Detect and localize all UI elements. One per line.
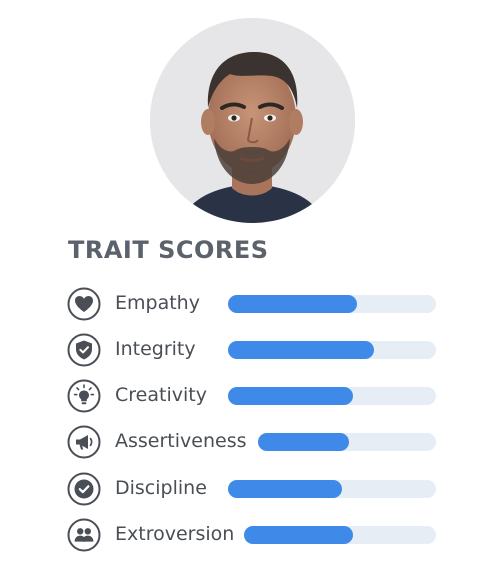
person-portrait-icon — [150, 18, 355, 223]
trait-label: Integrity — [115, 338, 196, 360]
trait-row-integrity: Integrity — [67, 333, 437, 367]
trait-row-discipline: Discipline — [67, 472, 437, 506]
trait-score-bar — [228, 295, 436, 313]
check-circle-icon — [67, 472, 101, 506]
trait-row-creativity: Creativity — [67, 379, 437, 413]
section-title: TRAIT SCORES — [68, 236, 269, 264]
trait-score-fill — [258, 433, 349, 451]
heart-icon — [67, 287, 101, 321]
trait-score-bar — [228, 480, 436, 498]
trait-score-fill — [228, 295, 357, 313]
trait-row-extroversion: Extroversion — [67, 518, 437, 552]
trait-score-fill — [228, 387, 353, 405]
shield-check-icon — [67, 333, 101, 367]
avatar — [150, 18, 355, 223]
trait-label: Empathy — [115, 292, 200, 314]
trait-label: Creativity — [115, 384, 207, 406]
trait-score-fill — [244, 526, 354, 544]
people-icon — [67, 518, 101, 552]
trait-score-bar — [228, 341, 436, 359]
trait-score-bar — [228, 387, 436, 405]
trait-profile-card: TRAIT SCORES Empathy Integrity Creativit… — [0, 0, 500, 588]
trait-score-bar — [258, 433, 436, 451]
trait-score-fill — [228, 480, 343, 498]
trait-score-fill — [228, 341, 374, 359]
trait-score-bar — [244, 526, 436, 544]
trait-label: Discipline — [115, 477, 207, 499]
trait-label: Assertiveness — [115, 430, 247, 452]
trait-row-empathy: Empathy — [67, 287, 437, 321]
trait-label: Extroversion — [115, 523, 235, 545]
trait-row-assertiveness: Assertiveness — [67, 425, 437, 459]
megaphone-icon — [67, 425, 101, 459]
lightbulb-icon — [67, 379, 101, 413]
